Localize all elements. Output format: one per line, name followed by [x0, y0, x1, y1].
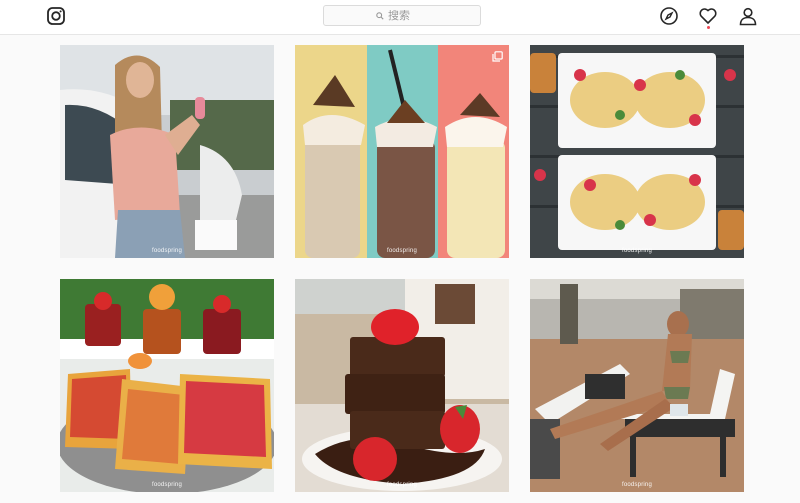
watermark: foodspring — [621, 248, 653, 254]
watermark: foodspring — [621, 482, 653, 488]
watermark: foodspring — [386, 248, 418, 254]
post-image — [295, 45, 509, 258]
profile-person-icon[interactable] — [738, 6, 758, 26]
post-tile[interactable]: foodspring — [295, 45, 509, 258]
post-image — [60, 45, 274, 258]
notification-dot — [707, 26, 710, 29]
search-box[interactable] — [323, 5, 481, 26]
post-tile[interactable]: foodspring — [60, 279, 274, 492]
search-input[interactable] — [388, 9, 428, 22]
post-image — [530, 279, 744, 492]
post-tile[interactable]: foodspring — [60, 45, 274, 258]
post-image — [530, 45, 744, 258]
top-nav-bar — [0, 0, 800, 35]
post-tile[interactable]: foodspring — [530, 279, 744, 492]
instagram-icon[interactable] — [47, 7, 65, 25]
search-icon — [376, 11, 384, 20]
post-tile[interactable]: foodspring — [530, 45, 744, 258]
post-image — [60, 279, 274, 492]
watermark: foodspring — [151, 248, 183, 254]
watermark: foodspring — [386, 482, 418, 488]
multiple-images-icon — [492, 51, 503, 62]
post-tile[interactable]: foodspring — [295, 279, 509, 492]
explore-compass-icon[interactable] — [659, 6, 679, 26]
post-image — [295, 279, 509, 492]
activity-heart-icon[interactable] — [698, 6, 718, 26]
watermark: foodspring — [151, 482, 183, 488]
